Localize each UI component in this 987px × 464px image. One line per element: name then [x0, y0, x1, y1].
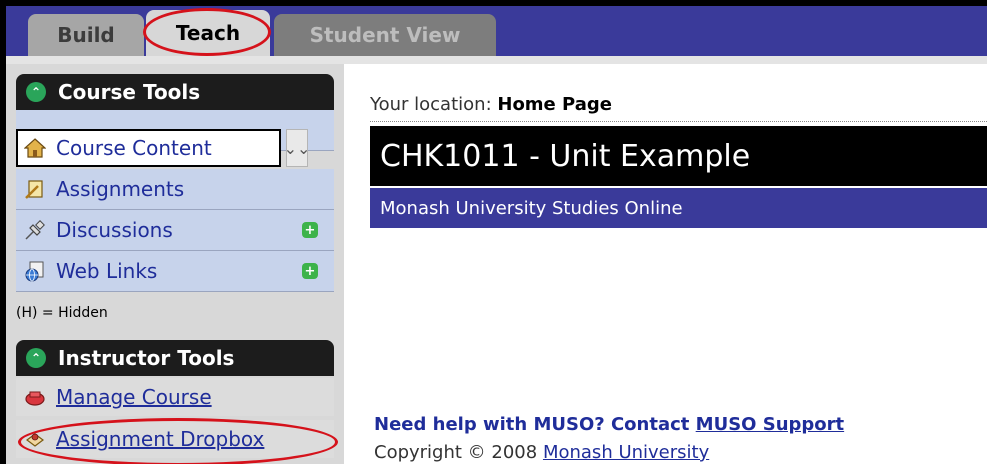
- assignment-icon: [22, 176, 48, 202]
- tab-teach-label: Teach: [175, 21, 241, 45]
- sidebar-item-manage-course[interactable]: Manage Course: [16, 378, 334, 416]
- course-tools-title: Course Tools: [58, 80, 201, 104]
- instructor-tools-header[interactable]: ⌃ Instructor Tools: [16, 340, 334, 376]
- add-icon[interactable]: +: [302, 222, 318, 238]
- monash-university-link[interactable]: Monash University: [543, 442, 709, 463]
- chevron-down-icon[interactable]: ⌄⌄: [284, 129, 310, 167]
- home-icon: [22, 135, 48, 161]
- breadcrumb-current: Home Page: [497, 94, 612, 115]
- toolbox-icon: [22, 384, 48, 410]
- course-content-select[interactable]: Course Content: [16, 129, 281, 167]
- course-content-label: Course Content: [56, 136, 212, 160]
- tab-build[interactable]: Build: [28, 14, 144, 56]
- pushpin-icon: [22, 217, 48, 243]
- copyright-label: Copyright © 2008: [374, 442, 538, 463]
- sidebar-item-assignment-dropbox[interactable]: Assignment Dropbox: [16, 420, 334, 458]
- sidebar-item-label: Web Links: [56, 259, 158, 283]
- collapse-icon[interactable]: ⌃: [26, 82, 46, 102]
- divider: [370, 121, 987, 122]
- sidebar-item-web-links[interactable]: Web Links +: [16, 251, 334, 292]
- tab-build-label: Build: [57, 23, 115, 47]
- page-title: CHK1011 - Unit Example: [370, 126, 987, 186]
- mode-tab-bar: Build Student View Teach: [6, 6, 987, 56]
- assignment-dropbox-link[interactable]: Assignment Dropbox: [56, 427, 264, 451]
- main-content: Your location: Home Page CHK1011 - Unit …: [354, 64, 987, 464]
- sidebar-item-label: Discussions: [56, 218, 173, 242]
- manage-course-link[interactable]: Manage Course: [56, 385, 212, 409]
- collapse-icon[interactable]: ⌃: [26, 348, 46, 368]
- copyright: Copyright © 2008 Monash University: [374, 442, 709, 463]
- course-tools-header[interactable]: ⌃ Course Tools: [16, 74, 334, 110]
- sidebar-item-discussions[interactable]: Discussions +: [16, 210, 334, 251]
- dropbox-icon: [22, 426, 48, 452]
- page-subtitle: Monash University Studies Online: [370, 188, 987, 228]
- tab-student-view-label: Student View: [309, 23, 461, 47]
- tab-strip: [6, 56, 987, 64]
- sidebar-item-label: Assignments: [56, 177, 185, 201]
- tab-student-view[interactable]: Student View: [274, 14, 496, 56]
- help-text: Need help with MUSO? Contact MUSO Suppor…: [374, 414, 844, 435]
- tab-teach[interactable]: Teach: [146, 10, 270, 56]
- globe-icon: [22, 258, 48, 284]
- breadcrumb: Your location: Home Page: [370, 94, 612, 115]
- sidebar-item-assignments[interactable]: Assignments: [16, 169, 334, 210]
- instructor-tools-title: Instructor Tools: [58, 346, 235, 370]
- left-sidebar: ⌃ Course Tools Course Content ⌄⌄ Assignm…: [6, 64, 344, 464]
- hidden-legend: (H) = Hidden: [16, 305, 108, 321]
- muso-support-link[interactable]: MUSO Support: [696, 414, 844, 435]
- help-label: Need help with MUSO? Contact: [374, 414, 690, 435]
- breadcrumb-label: Your location:: [370, 94, 492, 115]
- lms-window: Build Student View Teach ⌃ Course Tools …: [6, 6, 987, 464]
- add-icon[interactable]: +: [302, 263, 318, 279]
